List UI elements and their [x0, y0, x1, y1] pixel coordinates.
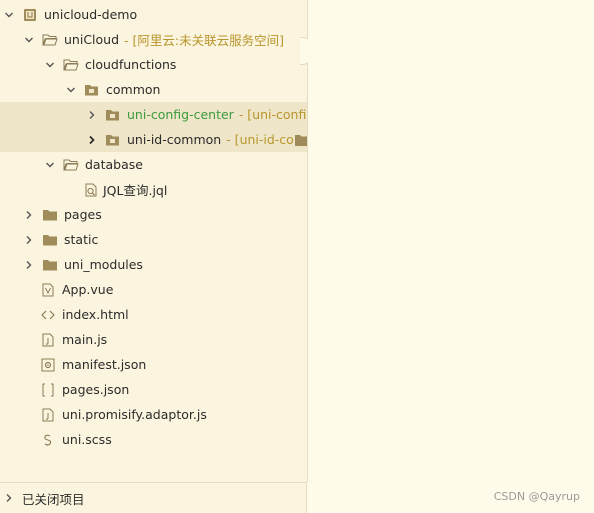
closed-projects-label: 已关闭项目 — [22, 491, 85, 507]
tree-item-unicloud[interactable]: uniCloud - [阿里云:未关联云服务空间] — [0, 27, 307, 52]
watermark: CSDN @Qayrup — [493, 490, 580, 503]
module-folder-icon — [105, 108, 121, 122]
chevron-right-icon[interactable] — [4, 493, 14, 503]
project-icon — [22, 8, 38, 22]
folder-open-icon — [84, 83, 100, 97]
tree-item-annotation: - [阿里云:未关联云服务空间] — [124, 33, 284, 48]
tree-item-label: database — [85, 157, 143, 172]
tree-item-pages-json[interactable]: pages.json — [0, 377, 307, 402]
tree-item-label: App.vue — [62, 282, 114, 297]
tree-item-label: uni_modules — [64, 257, 143, 272]
tree-item-database[interactable]: database — [0, 152, 307, 177]
tree-item-annotation: - [uni-id-co — [226, 132, 294, 147]
tree-item-jql[interactable]: JQL查询.jql — [0, 177, 307, 202]
chevron-down-icon[interactable] — [45, 60, 55, 70]
js-file-icon — [40, 408, 56, 422]
chevron-right-icon[interactable] — [24, 210, 34, 220]
js-file-icon — [40, 333, 56, 347]
tree-item-app-vue[interactable]: App.vue — [0, 277, 307, 302]
tree-item-label: index.html — [62, 307, 129, 322]
tree-item-label: JQL查询.jql — [103, 183, 168, 198]
tree-item-label: static — [64, 232, 99, 247]
scss-file-icon — [40, 433, 56, 447]
tree-item-label: uni.promisify.adaptor.js — [62, 407, 207, 422]
project-tree-panel: unicloud-demo uniCloud - [阿里云:未关联云服务空间] … — [0, 0, 308, 482]
chevron-down-icon[interactable] — [66, 85, 76, 95]
json-file-icon — [40, 383, 56, 397]
jql-file-icon — [83, 183, 99, 197]
folder-open-icon — [63, 58, 79, 72]
vue-file-icon — [40, 283, 56, 297]
tree-item-label: uniCloud — [64, 32, 120, 47]
tree-item-label: uni.scss — [62, 432, 112, 447]
chevron-right-icon[interactable] — [87, 110, 97, 120]
tree-item-promisify-js[interactable]: uni.promisify.adaptor.js — [0, 402, 307, 427]
tree-item-uni-scss[interactable]: uni.scss — [0, 427, 307, 452]
tree-item-unicloud-demo[interactable]: unicloud-demo — [0, 2, 307, 27]
tree-item-common[interactable]: common — [0, 77, 307, 102]
manifest-file-icon — [40, 358, 56, 372]
tree-item-label: common — [106, 82, 161, 97]
editor-area: CSDN @Qayrup — [308, 0, 594, 513]
folder-icon — [42, 233, 58, 247]
tree-item-label: uni-config-center — [127, 107, 234, 122]
tree-item-uni-config-center[interactable]: uni-config-center - [uni-config-c — [0, 102, 307, 127]
tree-item-label: pages — [64, 207, 102, 222]
tree-item-label: cloudfunctions — [85, 57, 177, 72]
tree-item-label: unicloud-demo — [44, 7, 138, 22]
tree-item-main-js[interactable]: main.js — [0, 327, 307, 352]
tree-item-label: manifest.json — [62, 357, 147, 372]
tree-item-annotation: - [uni-config-c — [238, 107, 307, 122]
tree-item-label: pages.json — [62, 382, 130, 397]
chevron-right-icon[interactable] — [24, 235, 34, 245]
tree-item-pages[interactable]: pages — [0, 202, 307, 227]
folder-open-icon — [42, 33, 58, 47]
closed-projects-bar[interactable]: 已关闭项目 — [0, 482, 307, 513]
folder-icon — [42, 208, 58, 222]
chevron-down-icon[interactable] — [45, 160, 55, 170]
chevron-down-icon[interactable] — [4, 10, 14, 20]
tree-item-uni-modules[interactable]: uni_modules — [0, 252, 307, 277]
chevron-down-icon[interactable] — [24, 35, 34, 45]
chevron-right-icon[interactable] — [87, 135, 97, 145]
tree-item-label: main.js — [62, 332, 108, 347]
chevron-right-icon[interactable] — [24, 260, 34, 270]
html-file-icon — [40, 308, 56, 322]
folder-drag-icon — [294, 134, 307, 146]
folder-icon — [42, 258, 58, 272]
tree-item-index-html[interactable]: index.html — [0, 302, 307, 327]
folder-open-icon — [63, 158, 79, 172]
tree-item-label: uni-id-common — [127, 132, 222, 147]
tree-item-static[interactable]: static — [0, 227, 307, 252]
tree-item-uni-id-common[interactable]: uni-id-common - [uni-id-co — [0, 127, 307, 152]
module-folder-icon — [105, 133, 121, 147]
tree-item-cloudfunctions[interactable]: cloudfunctions — [0, 52, 307, 77]
tree-item-manifest-json[interactable]: manifest.json — [0, 352, 307, 377]
